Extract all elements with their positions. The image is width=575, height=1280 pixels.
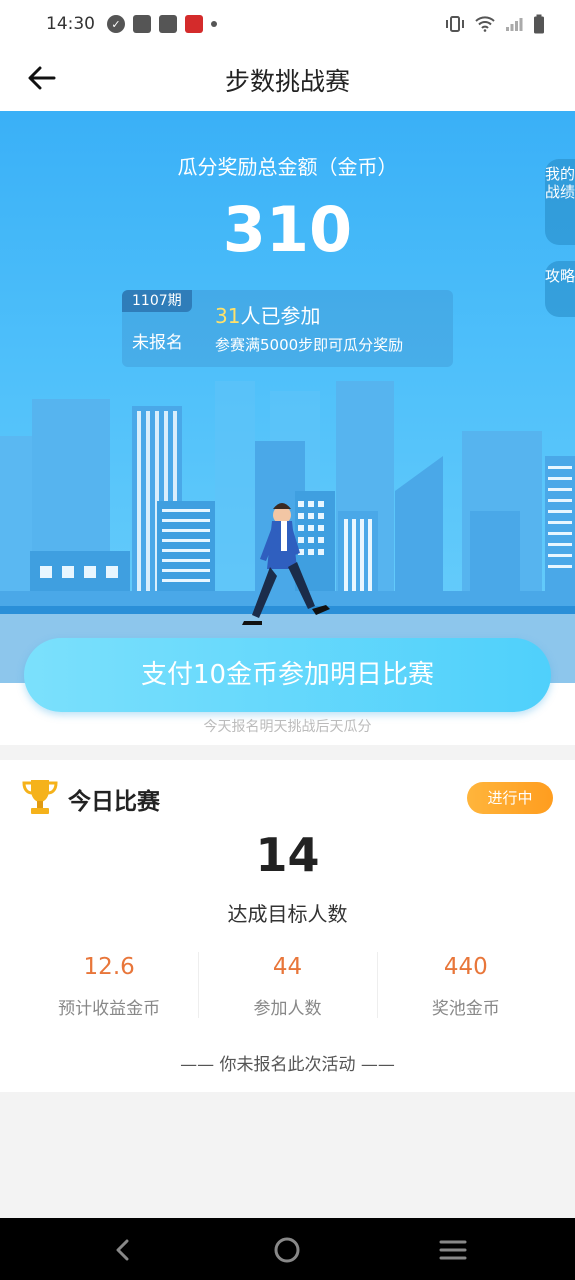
prize-subtitle: 瓜分奖励总金额（金币） <box>177 155 398 179</box>
registration-status: 未报名 <box>132 333 183 353</box>
check-circle-icon: ✓ <box>107 15 125 33</box>
nav-back-icon[interactable] <box>108 1235 138 1265</box>
today-match-title: 今日比赛 <box>68 789 160 815</box>
nav-home-icon[interactable] <box>272 1235 302 1265</box>
system-nav-bar <box>0 1218 575 1280</box>
status-bar: 14:30 ✓ <box>0 0 575 48</box>
stats-row: 12.6 预计收益金币 44 参加人数 440 奖池金币 <box>20 950 555 1020</box>
challenge-rule: 参赛满5000步即可瓜分奖励 <box>215 336 404 354</box>
stat-label: 奖池金币 <box>431 999 500 1019</box>
not-registered-note: —— 你未报名此次活动 —— <box>180 1055 395 1075</box>
dot-icon <box>211 21 217 27</box>
pay-join-button[interactable]: 支付10金币参加明日比赛 <box>24 638 551 712</box>
status-time: 14:30 <box>46 14 95 34</box>
system-icons <box>445 14 545 34</box>
mail-icon <box>159 15 177 33</box>
stat-value: 12.6 <box>83 954 135 980</box>
my-record-tab[interactable]: 我的战绩 <box>545 159 575 245</box>
back-button[interactable] <box>26 62 58 94</box>
stat-expected-coins: 12.6 预计收益金币 <box>20 950 198 1020</box>
goal-achieved-label: 达成目标人数 <box>227 902 348 926</box>
status-badge: 进行中 <box>467 782 553 814</box>
trophy-icon <box>22 780 58 814</box>
stat-value: 44 <box>272 954 303 980</box>
today-match-card: 今日比赛 进行中 14 达成目标人数 12.6 预计收益金币 44 参加人数 4… <box>0 760 575 1092</box>
notification-icons: ✓ <box>107 15 217 33</box>
nav-menu-icon[interactable] <box>438 1235 468 1265</box>
stat-participants: 44 参加人数 <box>198 950 376 1020</box>
strategy-tab[interactable]: 攻略 <box>545 261 575 317</box>
stat-prize-pool: 440 奖池金币 <box>376 950 555 1020</box>
vibrate-icon <box>446 16 464 32</box>
mail-icon <box>133 15 151 33</box>
arrow-left-icon <box>28 66 56 90</box>
wifi-icon <box>475 16 495 32</box>
period-badge: 1107期 <box>122 290 192 312</box>
prize-amount: 310 <box>222 193 353 266</box>
hero-banner: 瓜分奖励总金额（金币） 310 1107期 未报名 31人已参加 参赛满5000… <box>0 111 575 683</box>
page-title: 步数挑战赛 <box>224 66 350 96</box>
stat-value: 440 <box>443 954 488 980</box>
period-info-box: 1107期 未报名 31人已参加 参赛满5000步即可瓜分奖励 <box>122 290 453 367</box>
joined-count-text: 31人已参加 <box>215 300 320 329</box>
app-notification-icon <box>185 15 203 33</box>
battery-icon <box>534 14 544 34</box>
goal-achieved-count: 14 <box>255 828 320 882</box>
stat-label: 参加人数 <box>253 999 322 1019</box>
joined-count: 31 <box>215 304 241 328</box>
signal-icon <box>506 18 523 31</box>
pay-note: 今天报名明天挑战后天瓜分 <box>203 719 372 735</box>
joined-suffix: 人已参加 <box>240 304 321 328</box>
stat-label: 预计收益金币 <box>58 999 161 1019</box>
app-header: 步数挑战赛 <box>0 48 575 111</box>
